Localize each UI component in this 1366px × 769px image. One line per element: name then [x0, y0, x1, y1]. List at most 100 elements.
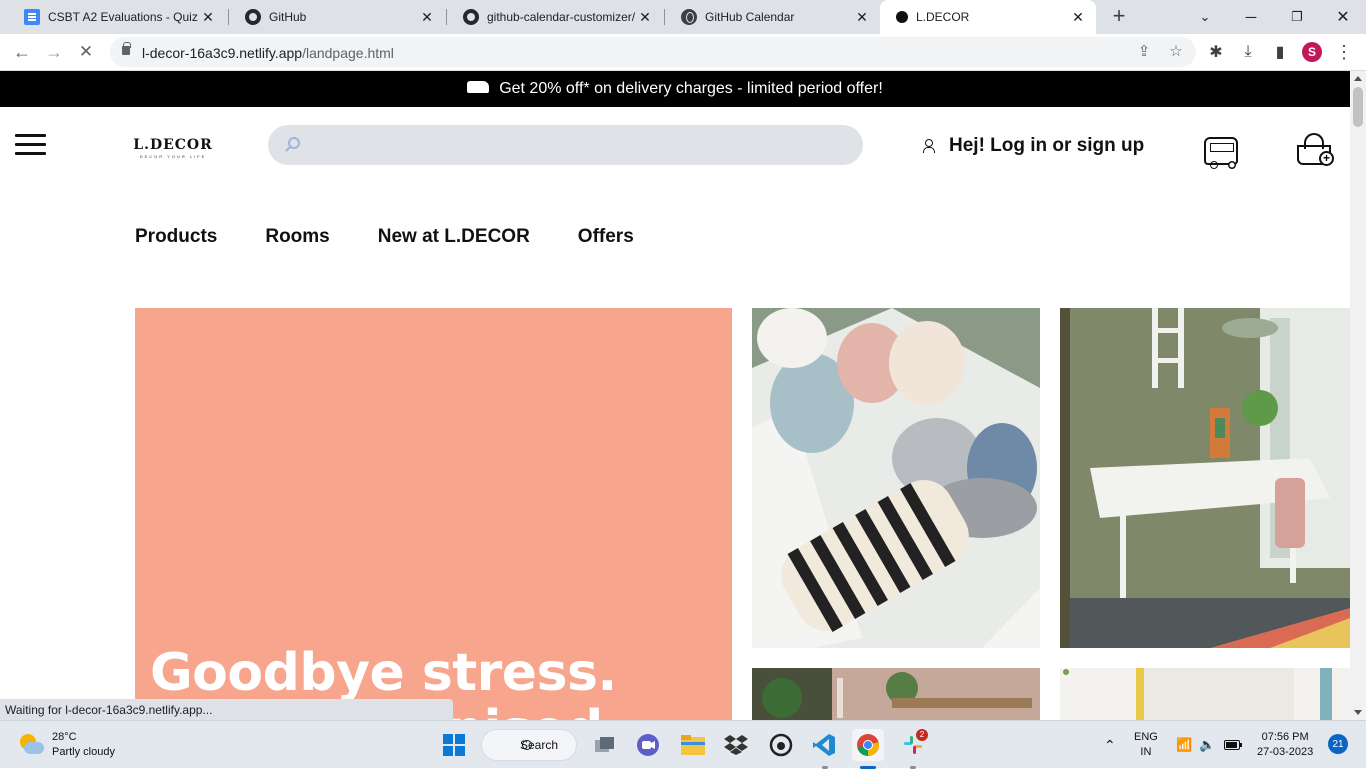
login-link[interactable]: Hej! Log in or sign up: [922, 135, 1144, 157]
tab-github[interactable]: GitHub ✕: [229, 0, 445, 34]
language-indicator[interactable]: ENG IN: [1134, 721, 1158, 769]
delivery-van-icon: [467, 81, 490, 93]
notification-badge[interactable]: 21: [1328, 734, 1348, 754]
browser-toolbar: ← → ✕ l-decor-16a3c9.netlify.app/landpag…: [0, 34, 1366, 71]
delivery-truck-icon[interactable]: [1204, 137, 1238, 169]
tab-title: github-calendar-customizer/: [487, 10, 636, 24]
new-tab-button[interactable]: +: [1106, 4, 1132, 30]
menu-kebab-icon[interactable]: ⋮: [1332, 40, 1356, 64]
close-tab-icon[interactable]: ✕: [637, 9, 653, 25]
lang-bottom: IN: [1140, 746, 1152, 758]
search-input[interactable]: [314, 125, 844, 165]
tab-github-calendar[interactable]: GitHub Calendar ✕: [665, 0, 880, 34]
tab-title: CSBT A2 Evaluations - Quiz In: [48, 10, 200, 24]
vscode-icon[interactable]: [808, 729, 840, 761]
back-arrow-icon[interactable]: ←: [10, 40, 34, 64]
promo-banner: Get 20% off* on delivery charges - limit…: [0, 71, 1350, 107]
close-tab-icon[interactable]: ✕: [1070, 9, 1086, 25]
windows-taskbar: 28°C Partly cloudy Search 2 ⌃ ENG IN 📶 🔈…: [0, 720, 1366, 769]
clock[interactable]: 07:56 PM 27-03-2023: [1257, 721, 1313, 769]
volume-icon[interactable]: 🔈: [1199, 721, 1215, 769]
clock-date: 27-03-2023: [1257, 746, 1314, 758]
nav-products[interactable]: Products: [135, 226, 217, 248]
stop-loading-icon[interactable]: ✕: [74, 40, 98, 64]
taskbar-search-button[interactable]: Search: [481, 729, 577, 761]
close-window-button[interactable]: ✕: [1320, 0, 1366, 34]
site-logo[interactable]: L.DECOR DECOR YOUR LIFE: [118, 137, 228, 163]
meet-now-icon[interactable]: [632, 729, 664, 761]
hero-banner[interactable]: Goodbye stress. Hello organised.: [135, 308, 732, 720]
bookmark-star-icon[interactable]: ☆: [1166, 42, 1186, 62]
slack-badge: 2: [916, 729, 928, 741]
tab-title: L.DECOR: [916, 10, 970, 24]
product-image-hallway[interactable]: [1060, 668, 1350, 720]
close-tab-icon[interactable]: ✕: [419, 9, 435, 25]
cart-basket-icon[interactable]: +: [1297, 133, 1335, 167]
search-icon: [288, 137, 300, 149]
battery-icon[interactable]: [1224, 721, 1242, 769]
clock-time: 07:56 PM: [1261, 731, 1309, 743]
tab-strip: CSBT A2 Evaluations - Quiz In ✕ GitHub ✕…: [0, 0, 1366, 34]
dropbox-icon[interactable]: [720, 729, 752, 761]
temperature: 28°C: [52, 731, 77, 743]
logo-text: L.DECOR: [133, 137, 213, 153]
minimize-button[interactable]: ─: [1228, 0, 1274, 34]
tab-csbt-evaluations[interactable]: CSBT A2 Evaluations - Quiz In ✕: [8, 0, 226, 34]
restore-button[interactable]: ❐: [1274, 0, 1320, 34]
url-host: l-decor-16a3c9.netlify.app: [142, 45, 303, 61]
scrollbar-thumb[interactable]: [1353, 87, 1363, 127]
close-tab-icon[interactable]: ✕: [854, 9, 870, 25]
address-bar[interactable]: l-decor-16a3c9.netlify.app/landpage.html…: [110, 37, 1196, 67]
windows-logo-icon: [443, 734, 465, 756]
weather-widget[interactable]: 28°C Partly cloudy: [18, 730, 115, 760]
start-button[interactable]: [438, 729, 470, 761]
hamburger-menu-icon[interactable]: [15, 134, 46, 156]
product-image-plants-shelf[interactable]: [752, 668, 1040, 720]
user-icon: [922, 139, 935, 153]
site-favicon-icon: [896, 11, 908, 23]
site-header: L.DECOR DECOR YOUR LIFE Hej! Log in or s…: [0, 107, 1350, 187]
product-image-socks-organizer[interactable]: [752, 308, 1040, 648]
search-icon: [522, 740, 532, 750]
side-panel-icon[interactable]: ▮: [1268, 40, 1292, 64]
file-explorer-icon[interactable]: [677, 729, 709, 761]
wifi-icon[interactable]: 📶: [1176, 721, 1192, 769]
tab-github-calendar-customizer[interactable]: github-calendar-customizer/ ✕: [447, 0, 663, 34]
chrome-icon[interactable]: [852, 729, 884, 761]
github-icon: [245, 9, 261, 25]
google-docs-icon: [24, 9, 40, 25]
avatar: S: [1302, 42, 1322, 62]
github-icon: [463, 9, 479, 25]
close-tab-icon[interactable]: ✕: [200, 9, 216, 25]
url-text[interactable]: l-decor-16a3c9.netlify.app/landpage.html: [142, 45, 394, 61]
nav-new-at-ldecor[interactable]: New at L.DECOR: [378, 226, 530, 248]
partly-cloudy-icon: [18, 732, 44, 758]
tab-title: GitHub Calendar: [705, 10, 795, 24]
hero-heading-line1: Goodbye stress.: [150, 643, 617, 703]
tab-search-chevron-icon[interactable]: ⌄: [1182, 0, 1228, 34]
profile-avatar-button[interactable]: S: [1300, 40, 1324, 64]
lang-top: ENG: [1134, 731, 1158, 743]
main-nav: Products Rooms New at L.DECOR Offers: [135, 226, 682, 248]
slack-icon[interactable]: 2: [897, 729, 929, 761]
show-hidden-icons-chevron-icon[interactable]: ⌃: [1104, 721, 1116, 769]
status-bubble: Waiting for l-decor-16a3c9.netlify.app..…: [0, 699, 453, 720]
login-text: Hej! Log in or sign up: [949, 135, 1145, 156]
product-image-dining-room[interactable]: [1060, 308, 1350, 648]
nav-rooms[interactable]: Rooms: [265, 226, 329, 248]
forward-arrow-icon[interactable]: →: [42, 40, 66, 64]
download-icon[interactable]: ⤓: [1236, 40, 1260, 64]
globe-icon: [681, 9, 697, 25]
task-view-icon[interactable]: [589, 729, 621, 761]
nav-offers[interactable]: Offers: [578, 226, 634, 248]
logo-tagline: DECOR YOUR LIFE: [139, 154, 207, 159]
weather-condition: Partly cloudy: [52, 746, 115, 758]
extensions-puzzle-icon[interactable]: ✱: [1204, 40, 1228, 64]
page-scrollbar[interactable]: [1350, 71, 1366, 720]
github-desktop-icon[interactable]: [765, 729, 797, 761]
tab-ldecor[interactable]: L.DECOR ✕: [880, 0, 1096, 34]
search-bar[interactable]: [268, 125, 863, 165]
share-icon[interactable]: ⇪: [1134, 42, 1154, 62]
tab-title: GitHub: [269, 10, 307, 24]
url-path: /landpage.html: [302, 45, 394, 61]
